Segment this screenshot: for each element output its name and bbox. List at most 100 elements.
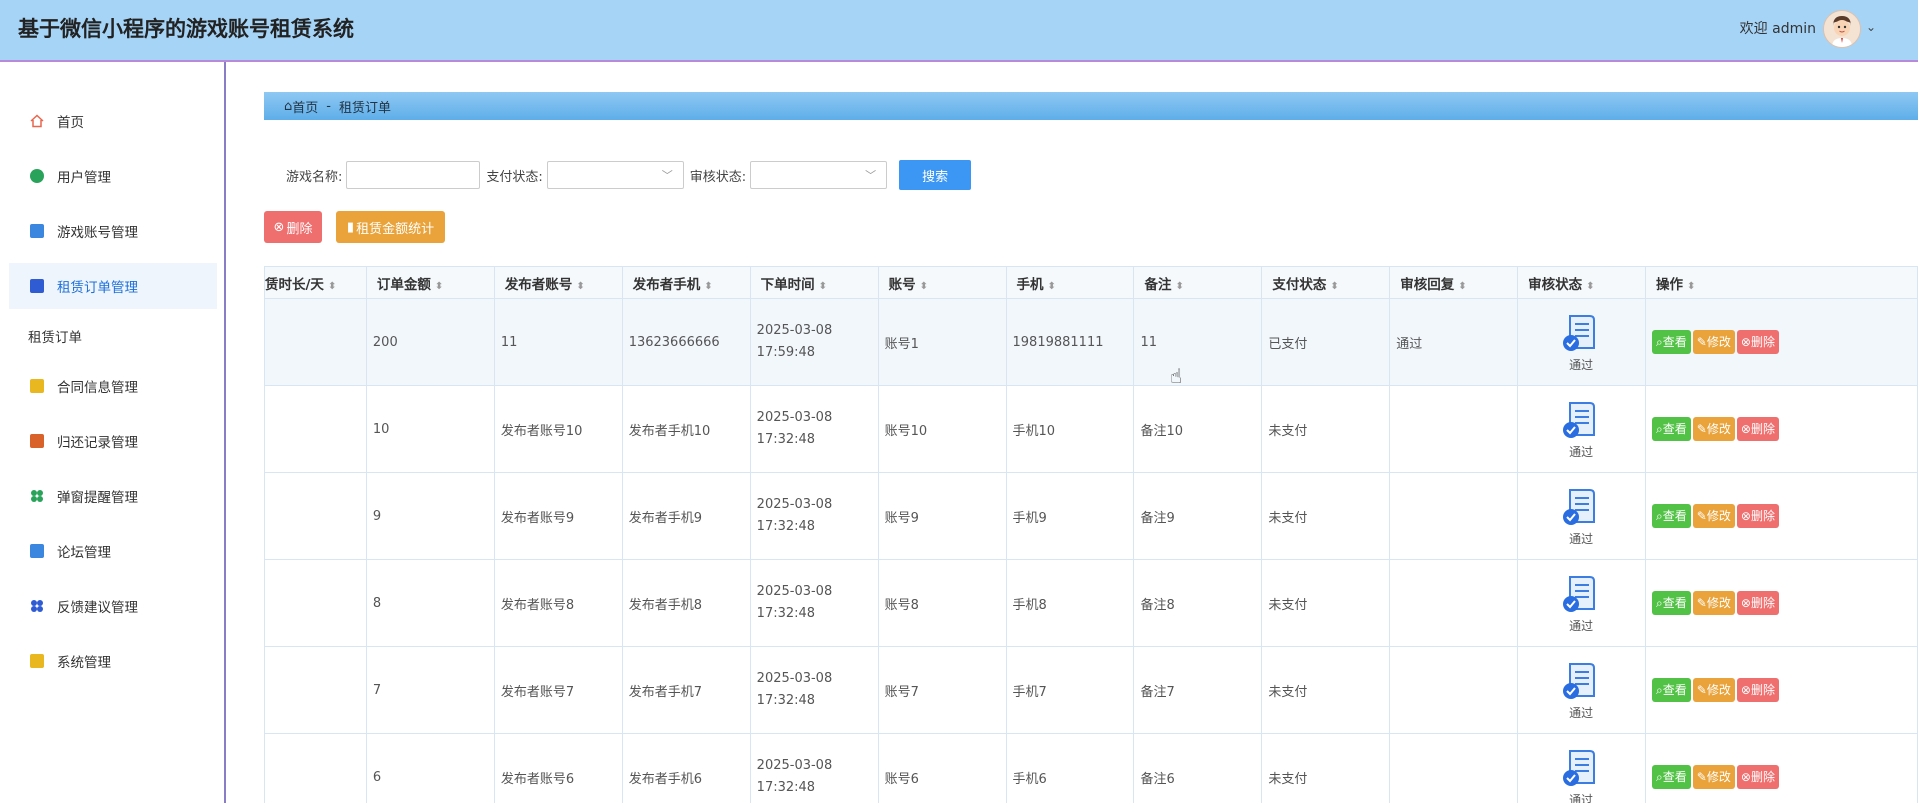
column-header[interactable]: 操作 ⬍ [1645, 266, 1918, 299]
table-cell-pub_account: 发布者账号9 [493, 472, 623, 560]
table-cell-reply [1389, 385, 1519, 473]
return-icon [30, 434, 44, 448]
delete-button[interactable]: ⊗删除 [1736, 504, 1779, 528]
column-header[interactable]: 发布者手机 ⬍ [621, 266, 751, 299]
sidebar-item-forum[interactable]: 论坛管理 [9, 528, 217, 574]
table-cell-account: 账号10 [877, 385, 1007, 473]
chevron-down-icon: ﹀ [865, 169, 877, 182]
table-cell-actions: ⌕查看 ✎修改 ⊗删除 [1645, 472, 1918, 560]
table-cell-account: 账号1 [877, 298, 1007, 386]
sidebar: 首页 用户管理 游戏账号管理 租赁订单管理 租赁订单 合同信息管理 归还记录管理… [0, 62, 226, 803]
column-header[interactable]: 审核回复 ⬍ [1389, 266, 1519, 299]
table-cell-phone: 手机7 [1005, 646, 1135, 734]
edit-button[interactable]: ✎修改 [1692, 591, 1735, 615]
table-cell-reply [1389, 472, 1519, 560]
view-button[interactable]: ⌕查看 [1652, 330, 1691, 354]
view-button[interactable]: ⌕查看 [1652, 504, 1691, 528]
delete-button[interactable]: ⊗删除 [1736, 330, 1779, 354]
sidebar-item-system[interactable]: 系统管理 [9, 638, 217, 684]
column-header[interactable]: 手机 ⬍ [1005, 266, 1135, 299]
edit-button[interactable]: ✎修改 [1692, 765, 1735, 789]
sidebar-item-game-accounts[interactable]: 游戏账号管理 [9, 208, 217, 254]
chevron-down-icon: ﹀ [661, 169, 673, 182]
table-cell-time: 2025-03-08 17:59:48 [749, 298, 879, 386]
order-icon [30, 279, 44, 293]
table-cell-actions: ⌕查看 ✎修改 ⊗删除 [1645, 646, 1918, 734]
table-cell-audit: 通过 [1517, 559, 1647, 647]
pay-status-select[interactable]: ﹀ [546, 161, 684, 189]
edit-button[interactable]: ✎修改 [1692, 417, 1735, 441]
edit-icon: ✎ [1696, 509, 1707, 523]
edit-button[interactable]: ✎修改 [1692, 504, 1735, 528]
table-cell-audit: 通过 [1517, 472, 1647, 560]
column-header[interactable]: 发布者账号 ⬍ [493, 266, 623, 299]
sidebar-item-contracts[interactable]: 合同信息管理 [9, 363, 217, 409]
rental-amount-stats-button[interactable]: ▮ 租赁金额统计 [336, 211, 445, 243]
batch-delete-button[interactable]: ⊗ 删除 [264, 211, 322, 243]
view-button[interactable]: ⌕查看 [1652, 765, 1691, 789]
breadcrumb: ⌂ 首页 - 租赁订单 [264, 92, 1918, 120]
sidebar-item-returns[interactable]: 归还记录管理 [9, 418, 217, 464]
table-cell-duration [264, 733, 367, 803]
table-cell-phone: 手机8 [1005, 559, 1135, 647]
table-cell-reply [1389, 646, 1519, 734]
column-header[interactable]: 账号 ⬍ [877, 266, 1007, 299]
table-cell-pub_phone: 发布者手机7 [621, 646, 751, 734]
batch-delete-label: 删除 [286, 221, 313, 237]
close-circle-icon: ⊗ [1740, 422, 1751, 436]
edit-button[interactable]: ✎修改 [1692, 678, 1735, 702]
sidebar-item-label: 游戏账号管理 [57, 225, 138, 241]
table-cell-remark: 11 [1133, 298, 1263, 386]
sidebar-item-rental-orders[interactable]: 租赁订单管理 [9, 263, 217, 309]
breadcrumb-separator: - [326, 98, 331, 114]
search-icon: ⌕ [1656, 335, 1663, 349]
column-header[interactable]: 订单金额 ⬍ [365, 266, 495, 299]
search-button[interactable]: 搜索 [899, 160, 972, 190]
table-cell-amount: 7 [365, 646, 495, 734]
edit-button[interactable]: ✎修改 [1692, 330, 1735, 354]
table-cell-audit: 通过 [1517, 646, 1647, 734]
sidebar-item-label: 弹窗提醒管理 [57, 490, 138, 506]
delete-button[interactable]: ⊗删除 [1736, 417, 1779, 441]
table-row: 7 发布者账号7 发布者手机7 2025-03-08 17:32:48 账号7 手机7 备注… [264, 646, 1918, 734]
close-circle-icon: ⊗ [1740, 596, 1751, 610]
close-circle-icon: ⊗ [273, 219, 285, 235]
sidebar-item-home[interactable]: 首页 [9, 98, 217, 144]
delete-button[interactable]: ⊗删除 [1736, 591, 1779, 615]
chevron-down-icon[interactable]: ⌄ [1866, 20, 1876, 34]
table-cell-actions: ⌕查看 ✎修改 ⊗删除 [1645, 559, 1918, 647]
delete-button[interactable]: ⊗删除 [1736, 765, 1779, 789]
table-cell-remark: 备注9 [1133, 472, 1263, 560]
column-header[interactable]: 赁时长/天 ⬍ [264, 266, 367, 299]
table-body: 200 11 13623666666 2025-03-08 17:59:48 账号1 19… [264, 298, 1918, 803]
audit-status-select[interactable]: ﹀ [750, 161, 888, 189]
edit-icon: ✎ [1696, 422, 1707, 436]
table-cell-pub_account: 发布者账号10 [493, 385, 623, 473]
user-avatar-icon[interactable] [1823, 10, 1861, 48]
view-button[interactable]: ⌕查看 [1652, 591, 1691, 615]
table-cell-account: 账号7 [877, 646, 1007, 734]
sidebar-item-feedback[interactable]: 反馈建议管理 [9, 583, 217, 629]
table-row: 9 发布者账号9 发布者手机9 2025-03-08 17:32:48 账号9 手机9 备注… [264, 472, 1918, 560]
sidebar-item-users[interactable]: 用户管理 [9, 153, 217, 199]
search-icon: ⌕ [1656, 422, 1663, 436]
column-header[interactable]: 下单时间 ⬍ [749, 266, 879, 299]
table-cell-remark: 备注8 [1133, 559, 1263, 647]
table-cell-duration [264, 472, 367, 560]
sidebar-subitem-rental-orders[interactable]: 租赁订单 [28, 326, 82, 346]
delete-button[interactable]: ⊗删除 [1736, 678, 1779, 702]
column-header[interactable]: 审核状态 ⬍ [1517, 266, 1647, 299]
audit-document-icon [1563, 314, 1596, 351]
sidebar-item-popup-reminders[interactable]: 弹窗提醒管理 [9, 473, 217, 519]
table-cell-amount: 8 [365, 559, 495, 647]
search-icon: ⌕ [1656, 770, 1663, 784]
table-cell-phone: 手机10 [1005, 385, 1135, 473]
breadcrumb-home[interactable]: 首页 [292, 97, 318, 116]
game-name-input[interactable] [346, 161, 481, 189]
view-button[interactable]: ⌕查看 [1652, 417, 1691, 441]
breadcrumb-current: 租赁订单 [338, 100, 391, 116]
table-cell-reply [1389, 559, 1519, 647]
column-header[interactable]: 支付状态 ⬍ [1261, 266, 1391, 299]
column-header[interactable]: 备注 ⬍ [1133, 266, 1263, 299]
view-button[interactable]: ⌕查看 [1652, 678, 1691, 702]
